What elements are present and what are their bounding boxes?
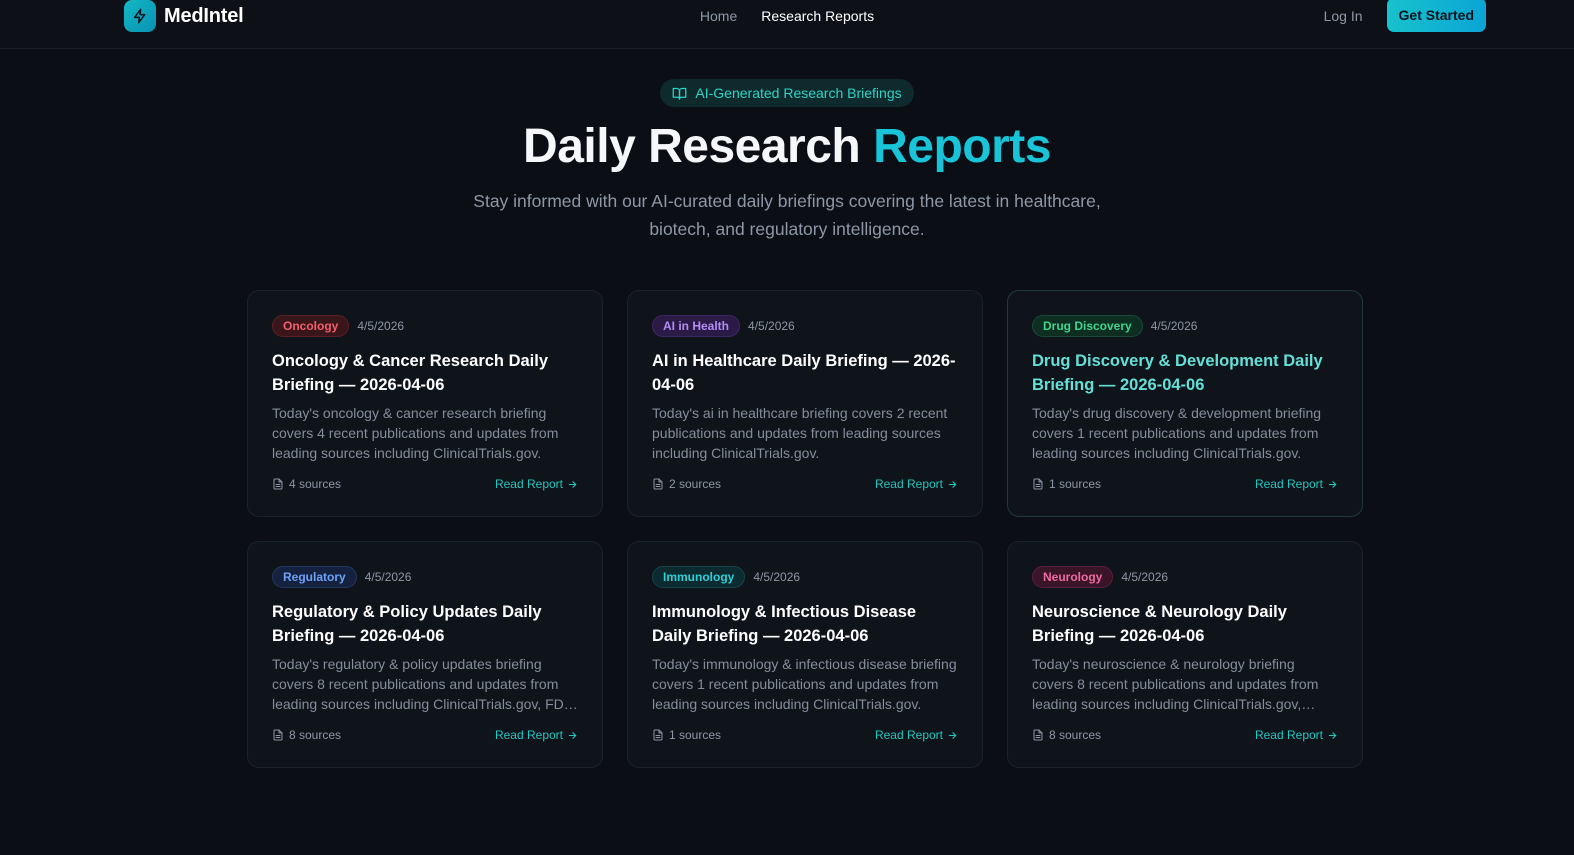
read-report-label: Read Report: [874, 728, 943, 742]
sources-count: 8 sources: [272, 728, 341, 742]
report-date: 4/5/2026: [1121, 570, 1169, 584]
reports-grid: Oncology 4/5/2026 Oncology & Cancer Rese…: [247, 290, 1363, 768]
card-meta: Regulatory 4/5/2026: [272, 566, 578, 588]
read-report-link[interactable]: Read Report: [875, 728, 958, 742]
report-title[interactable]: Regulatory & Policy Updates Daily Briefi…: [272, 600, 578, 648]
arrow-right-icon: [1328, 731, 1337, 739]
sources-label: 2 sources: [669, 477, 722, 491]
sources-count: 2 sources: [652, 477, 721, 491]
card-footer: 2 sources Read Report: [652, 475, 958, 493]
category-tag[interactable]: AI in Health: [652, 315, 741, 337]
report-title[interactable]: Oncology & Cancer Research Daily Briefin…: [272, 349, 578, 397]
get-started-button[interactable]: Get Started: [1386, 0, 1486, 32]
report-title[interactable]: Drug Discovery & Development Daily Brief…: [1032, 349, 1338, 397]
card-meta: Oncology 4/5/2026: [272, 315, 578, 337]
read-report-label: Read Report: [1254, 477, 1323, 491]
hero-badge-label: AI-Generated Research Briefings: [695, 85, 902, 101]
document-icon: [273, 478, 283, 490]
read-report-label: Read Report: [874, 477, 943, 491]
card-footer: 8 sources Read Report: [272, 726, 578, 744]
report-title[interactable]: AI in Healthcare Daily Briefing — 2026-0…: [652, 349, 958, 397]
report-summary: Today's immunology & infectious disease …: [652, 656, 957, 712]
top-navbar: MedIntel Home Research Reports Log In Ge…: [0, 0, 1574, 49]
nav-link-research-reports[interactable]: Research Reports: [761, 8, 874, 24]
sources-count: 8 sources: [1032, 728, 1101, 742]
card-meta: Immunology 4/5/2026: [652, 566, 958, 588]
nav-link-home[interactable]: Home: [700, 8, 737, 24]
read-report-link[interactable]: Read Report: [1255, 728, 1338, 742]
sources-label: 8 sources: [289, 728, 342, 742]
report-date: 4/5/2026: [748, 319, 795, 333]
page-title-accent: Reports: [873, 120, 1051, 173]
arrow-right-icon: [1328, 480, 1337, 488]
report-card[interactable]: Regulatory 4/5/2026 Regulatory & Policy …: [247, 541, 603, 768]
hero: AI-Generated Research Briefings Daily Re…: [0, 79, 1574, 243]
report-card[interactable]: AI in Health 4/5/2026 AI in Healthcare D…: [627, 290, 983, 517]
nav-actions: Log In Get Started: [1324, 0, 1486, 32]
report-date: 4/5/2026: [753, 570, 801, 584]
card-footer: 4 sources Read Report: [272, 475, 578, 493]
report-summary: Today's ai in healthcare briefing covers…: [652, 405, 948, 461]
read-report-label: Read Report: [1254, 728, 1323, 742]
sources-label: 1 sources: [1049, 477, 1102, 491]
report-title[interactable]: Immunology & Infectious Disease Daily Br…: [652, 600, 958, 648]
sources-count: 4 sources: [272, 477, 341, 491]
category-tag[interactable]: Regulatory: [272, 566, 357, 588]
category-tag[interactable]: Oncology: [272, 315, 350, 337]
lightning-icon: [124, 0, 156, 32]
document-icon: [273, 729, 283, 741]
arrow-right-icon: [568, 731, 577, 739]
report-card[interactable]: Immunology 4/5/2026 Immunology & Infecti…: [627, 541, 983, 768]
document-icon: [1033, 478, 1043, 490]
document-icon: [1033, 729, 1043, 741]
arrow-right-icon: [948, 480, 957, 488]
card-footer: 8 sources Read Report: [1032, 726, 1338, 744]
hero-badge: AI-Generated Research Briefings: [660, 79, 914, 107]
read-report-link[interactable]: Read Report: [495, 728, 578, 742]
sources-count: 1 sources: [652, 728, 721, 742]
report-summary: Today's neuroscience & neurology briefin…: [1032, 656, 1319, 712]
category-tag[interactable]: Neurology: [1032, 566, 1114, 588]
read-report-link[interactable]: Read Report: [1255, 477, 1338, 491]
report-card[interactable]: Oncology 4/5/2026 Oncology & Cancer Rese…: [247, 290, 603, 517]
report-card[interactable]: Drug Discovery 4/5/2026 Drug Discovery &…: [1007, 290, 1363, 517]
read-report-label: Read Report: [494, 477, 563, 491]
sources-label: 1 sources: [669, 728, 722, 742]
hero-subtitle: Stay informed with our AI-curated daily …: [473, 191, 1101, 239]
brand-name: MedIntel: [164, 4, 244, 27]
arrow-right-icon: [948, 731, 957, 739]
read-report-link[interactable]: Read Report: [495, 477, 578, 491]
card-meta: AI in Health 4/5/2026: [652, 315, 958, 337]
card-footer: 1 sources Read Report: [652, 726, 958, 744]
report-summary: Today's drug discovery & development bri…: [1032, 405, 1322, 461]
read-report-label: Read Report: [494, 728, 563, 742]
card-meta: Neurology 4/5/2026: [1032, 566, 1338, 588]
brand[interactable]: MedIntel: [124, 0, 244, 32]
sources-label: 8 sources: [1049, 728, 1102, 742]
sources-label: 4 sources: [289, 477, 342, 491]
arrow-right-icon: [568, 480, 577, 488]
read-report-link[interactable]: Read Report: [875, 477, 958, 491]
category-tag[interactable]: Drug Discovery: [1032, 315, 1143, 337]
report-card[interactable]: Neurology 4/5/2026 Neuroscience & Neurol…: [1007, 541, 1363, 768]
report-date: 4/5/2026: [364, 570, 412, 584]
report-title[interactable]: Neuroscience & Neurology Daily Briefing …: [1032, 600, 1338, 648]
card-meta: Drug Discovery 4/5/2026: [1032, 315, 1338, 337]
document-icon: [653, 729, 663, 741]
login-link[interactable]: Log In: [1324, 8, 1363, 24]
category-tag[interactable]: Immunology: [652, 566, 746, 588]
report-summary: Today's regulatory & policy updates brie…: [272, 656, 573, 712]
page-title-main: Daily Research: [523, 120, 861, 173]
card-footer: 1 sources Read Report: [1032, 475, 1338, 493]
report-date: 4/5/2026: [357, 319, 405, 333]
page-title: Daily Research Reports: [0, 119, 1574, 175]
report-summary: Today's oncology & cancer research brief…: [272, 405, 559, 461]
book-open-icon: [673, 87, 687, 100]
sources-count: 1 sources: [1032, 477, 1101, 491]
document-icon: [653, 478, 663, 490]
report-date: 4/5/2026: [1150, 319, 1198, 333]
